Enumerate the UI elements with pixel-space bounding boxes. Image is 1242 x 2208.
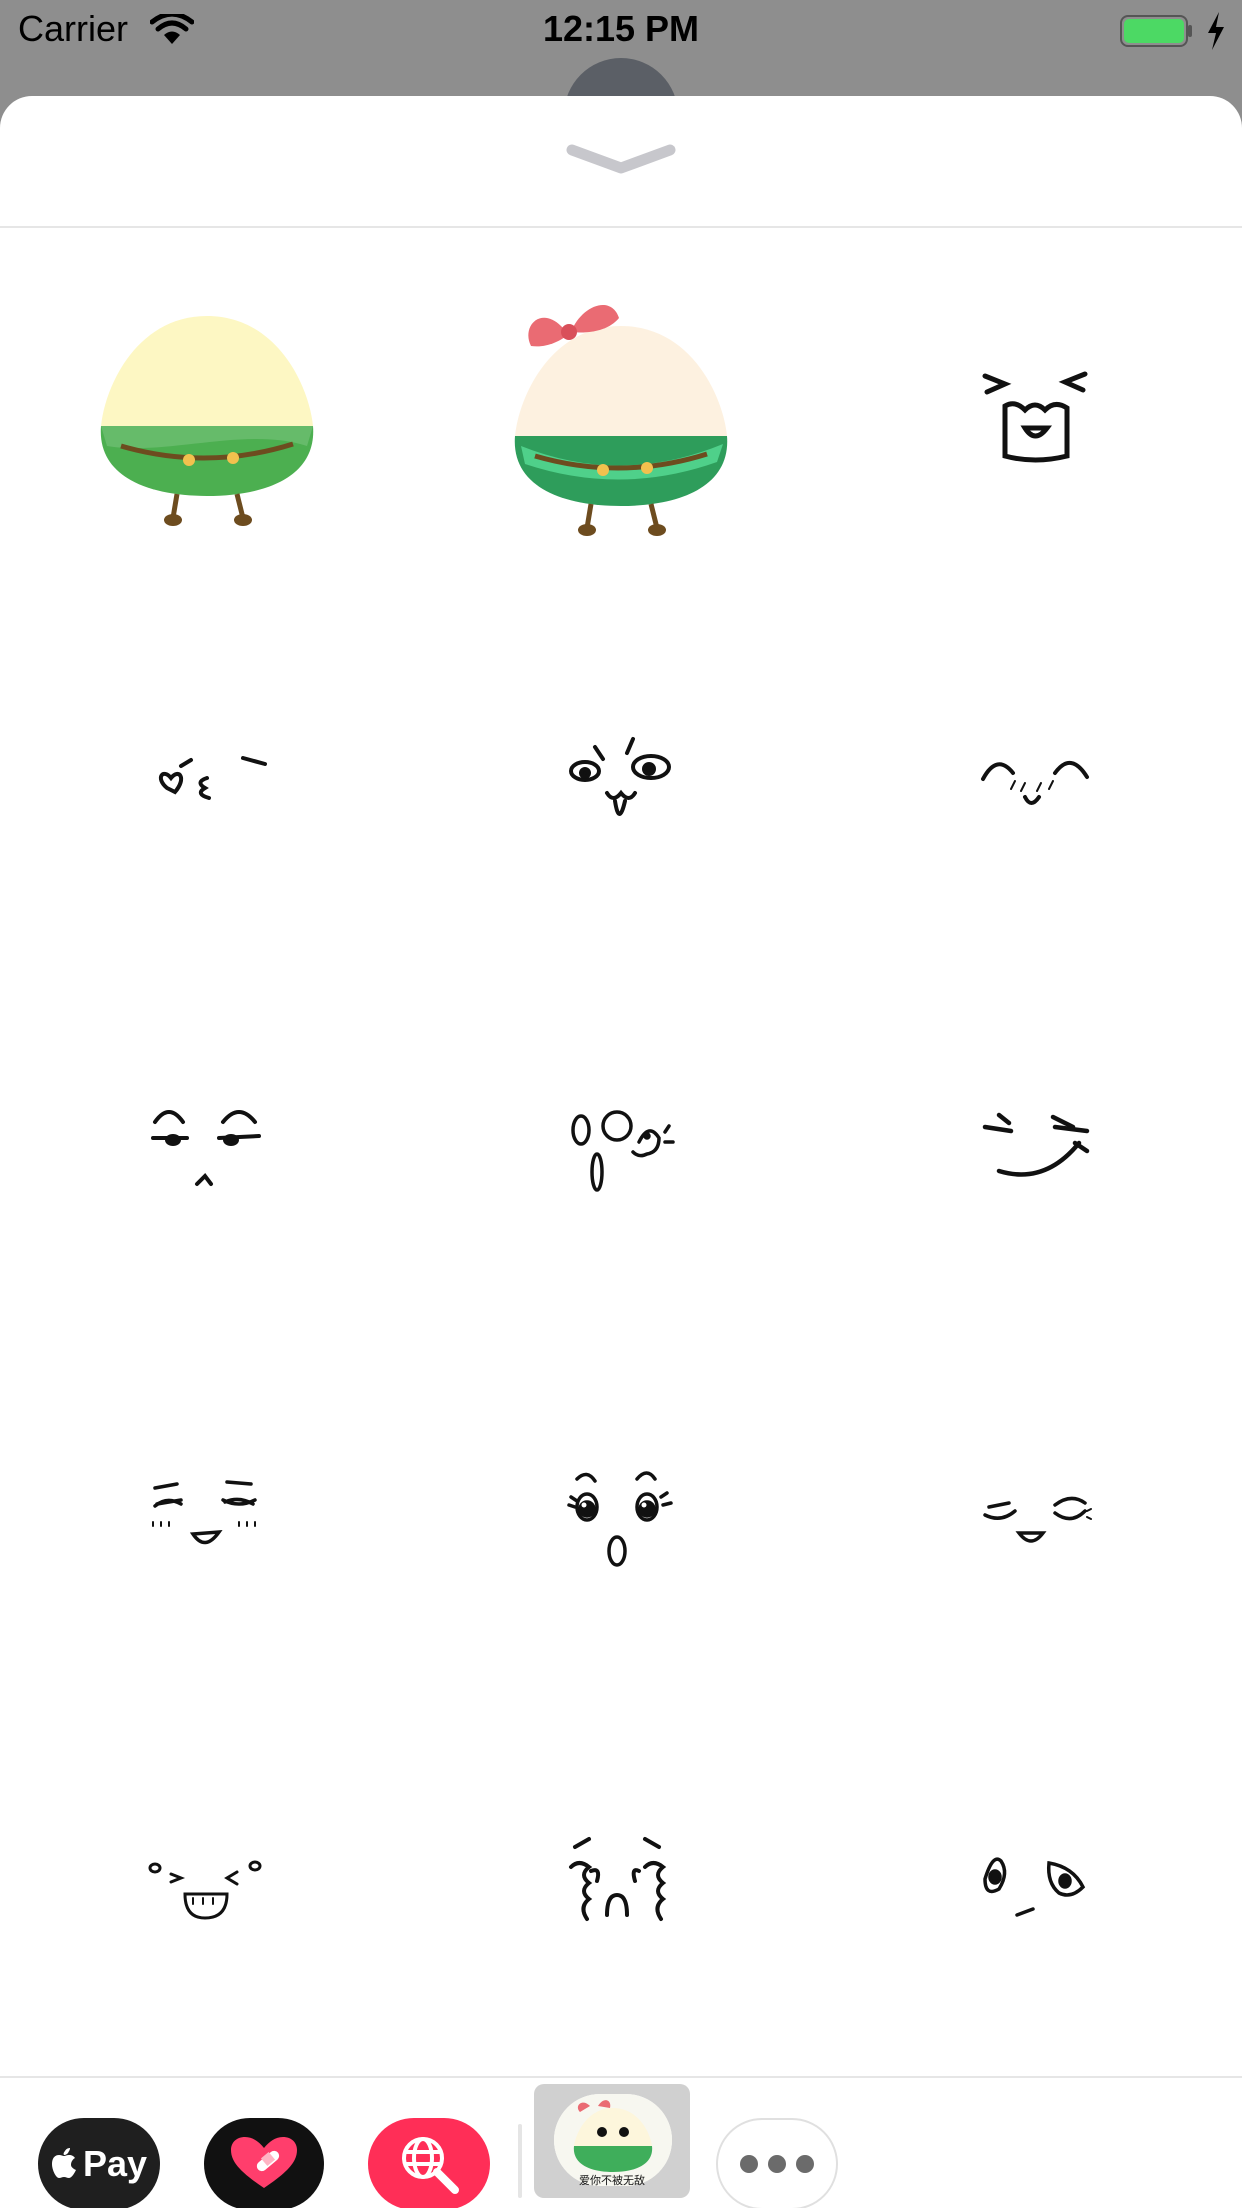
header-divider xyxy=(0,226,1242,228)
tray-divider xyxy=(0,2076,1242,2078)
more-icon xyxy=(740,2155,814,2173)
tray-separator xyxy=(518,2124,522,2198)
selected-app-caption: 爱你不被无敌 xyxy=(579,2174,645,2187)
heart-eye-face-sticker[interactable] xyxy=(0,600,414,968)
tongue-out-face-sticker[interactable] xyxy=(414,600,828,968)
smirk-face-sticker[interactable] xyxy=(828,968,1242,1336)
laughing-blush-face-sticker[interactable] xyxy=(0,1336,414,1704)
blushing-closed-eyes-face-sticker[interactable] xyxy=(828,600,1242,968)
app-tray: Pay 爱你不被无敌 xyxy=(0,2080,1242,2208)
happy-laugh-face-sticker[interactable] xyxy=(0,1704,414,2072)
heart-icon xyxy=(231,2137,297,2188)
charging-bolt-icon xyxy=(1208,12,1224,50)
crying-face-sticker[interactable] xyxy=(414,1704,828,2072)
globe-search-icon xyxy=(402,2137,459,2194)
web-search-app-button[interactable] xyxy=(368,2118,490,2208)
sparkly-eyes-surprised-face-sticker[interactable] xyxy=(414,1336,828,1704)
zongzi-green-sticker[interactable] xyxy=(0,232,414,600)
smug-face-sticker[interactable] xyxy=(0,968,414,1336)
heart-stickers-app-button[interactable] xyxy=(204,2118,324,2208)
zongzi-sticker-pack-app-button[interactable]: 爱你不被无敌 xyxy=(534,2084,690,2198)
content-smile-face-sticker[interactable] xyxy=(828,1336,1242,1704)
surprised-ghost-face-sticker[interactable] xyxy=(414,968,828,1336)
chevron-down-icon[interactable] xyxy=(566,142,676,176)
apple-icon xyxy=(51,2148,76,2178)
apple-pay-button[interactable]: Pay xyxy=(38,2118,160,2208)
zongzi-bow-sticker[interactable] xyxy=(414,232,828,600)
squint-grin-face-sticker[interactable] xyxy=(828,232,1242,600)
apple-pay-label: Pay xyxy=(82,2143,148,2184)
clock: 12:15 PM xyxy=(542,8,700,49)
wide-eyed-face-sticker[interactable] xyxy=(828,1704,1242,2072)
battery-icon xyxy=(1120,15,1192,47)
sticker-sheet: Pay 爱你不被无敌 xyxy=(0,96,1242,2208)
sticker-grid xyxy=(0,232,1242,2072)
more-apps-button[interactable] xyxy=(716,2118,838,2208)
status-bar: Carrier 12:15 PM xyxy=(0,0,1242,62)
